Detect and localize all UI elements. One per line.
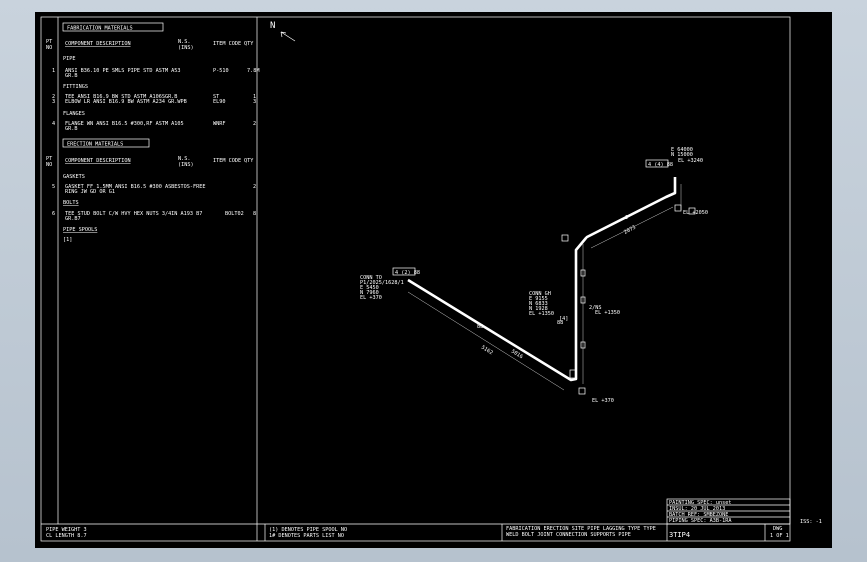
erection-title: ERECTION MATERIALS <box>67 142 123 148</box>
north-arrow-icon <box>280 31 296 42</box>
fab-code-header: ITEM CODE <box>213 41 241 47</box>
dwg-label: DWG <box>773 526 782 532</box>
row-6-desc: TEE STUD BOLT C/W HVY HEX NUTS 3/4IN A19… <box>65 211 202 217</box>
tag-top: 4 (4) 88 <box>648 162 673 168</box>
erec-desc-header: COMPONENT DESCRIPTION <box>65 158 131 164</box>
row-1-qty: 7.8M <box>247 68 260 74</box>
label-el-bottom: EL +370 <box>592 398 614 404</box>
row-1-desc: ANSI B36.10 PE SMLS PIPE STD ASTM A53 <box>65 68 181 74</box>
row-5-desc-2: RING JW GD OR G1 <box>65 189 115 195</box>
row-4-desc: FLANGE WN ANSI B16.5 #300,RF ASTM A105 <box>65 121 184 127</box>
fabrication-title: FABRICATION MATERIALS <box>67 26 133 32</box>
elbow-mid <box>561 234 569 242</box>
row-4-qty: 2 <box>253 121 256 127</box>
row-1-pt: 1 <box>52 68 55 74</box>
group-bolts: BOLTS <box>63 200 79 206</box>
row-3-desc: ELBOW LR ANSI B16.9 BW ASTM A234 GR.WPB <box>65 99 187 105</box>
dim-b: 2073 <box>623 225 637 236</box>
dim-e: 2 <box>625 215 628 221</box>
elbow-lower <box>578 387 586 395</box>
dim-f: 88 <box>477 324 483 330</box>
row-3-pt: 3 <box>52 99 55 105</box>
row-5-qty: 2 <box>253 184 256 190</box>
row-1-desc-2: GR.B <box>65 73 78 79</box>
row-3-qty: 3 <box>253 99 256 105</box>
legend-2: 1# DENOTES PARTS LIST NO <box>269 533 344 539</box>
row-3-code: EL90 <box>213 99 226 105</box>
label-el-top: EL +3240 <box>678 158 703 164</box>
tag-left: 4 (2) 88 <box>395 270 420 276</box>
issue-label: ISS: -1 <box>800 519 822 525</box>
group-spools: PIPE SPOOLS <box>63 227 97 233</box>
drawing-number: 3TIP4 <box>669 531 690 539</box>
north-label: N <box>270 21 275 31</box>
piping-spec: PIPING SPEC: A3B-1RA <box>669 518 732 524</box>
conn-mid-5: EL +1350 <box>529 311 554 317</box>
row-6-desc-2: GR.B7 <box>65 216 81 222</box>
group-fittings: FITTINGS <box>63 84 88 90</box>
row-5-pt: 5 <box>52 184 55 190</box>
conn-left-5: EL +370 <box>360 295 382 301</box>
fab-desc-header: COMPONENT DESCRIPTION <box>65 41 131 47</box>
dim-d: 88 <box>557 320 563 326</box>
flange-top <box>674 204 682 212</box>
row-4-desc-2: GR.B <box>65 126 78 132</box>
cad-viewport[interactable]: FABRICATION MATERIALS PT NO COMPONENT DE… <box>35 12 832 548</box>
pipe-run <box>407 177 677 382</box>
row-6-code: BOLT02 <box>225 211 244 217</box>
row-6-pt: 6 <box>52 211 55 217</box>
label-el-right: EL +2050 <box>683 210 708 216</box>
erec-qty-header: QTY <box>244 158 254 164</box>
fab-qty-header: QTY <box>244 41 254 47</box>
dim-a: 5162 <box>480 345 494 357</box>
group-flanges: FLANGES <box>63 111 85 117</box>
fab-ns-header-2: (INS) <box>178 45 194 51</box>
label-ns: 2/NS <box>589 305 602 311</box>
group-pipe: PIPE <box>63 56 76 62</box>
pt-no-header-b-2: NO <box>46 162 52 168</box>
row-1-code: P-510 <box>213 68 229 74</box>
row-4-code: WNRF <box>213 121 226 127</box>
pt-no-header-2: NO <box>46 45 52 51</box>
isometric-drawing-sheet: FABRICATION MATERIALS PT NO COMPONENT DE… <box>40 16 822 542</box>
erec-code-header: ITEM CODE <box>213 158 241 164</box>
spool-1: [1] <box>63 237 72 243</box>
group-gaskets: GASKETS <box>63 174 85 180</box>
row-6-qty: 8 <box>253 211 256 217</box>
erec-ns-header-2: (INS) <box>178 162 194 168</box>
row-4-pt: 4 <box>52 121 55 127</box>
footer-cols-2: WELD BOLT JOINT CONNECTION SUPPORTS PIPE <box>506 532 631 538</box>
sheet-number: 1 OF 1 <box>770 533 789 539</box>
cl-length: CL LENGTH 8.7 <box>46 533 87 539</box>
